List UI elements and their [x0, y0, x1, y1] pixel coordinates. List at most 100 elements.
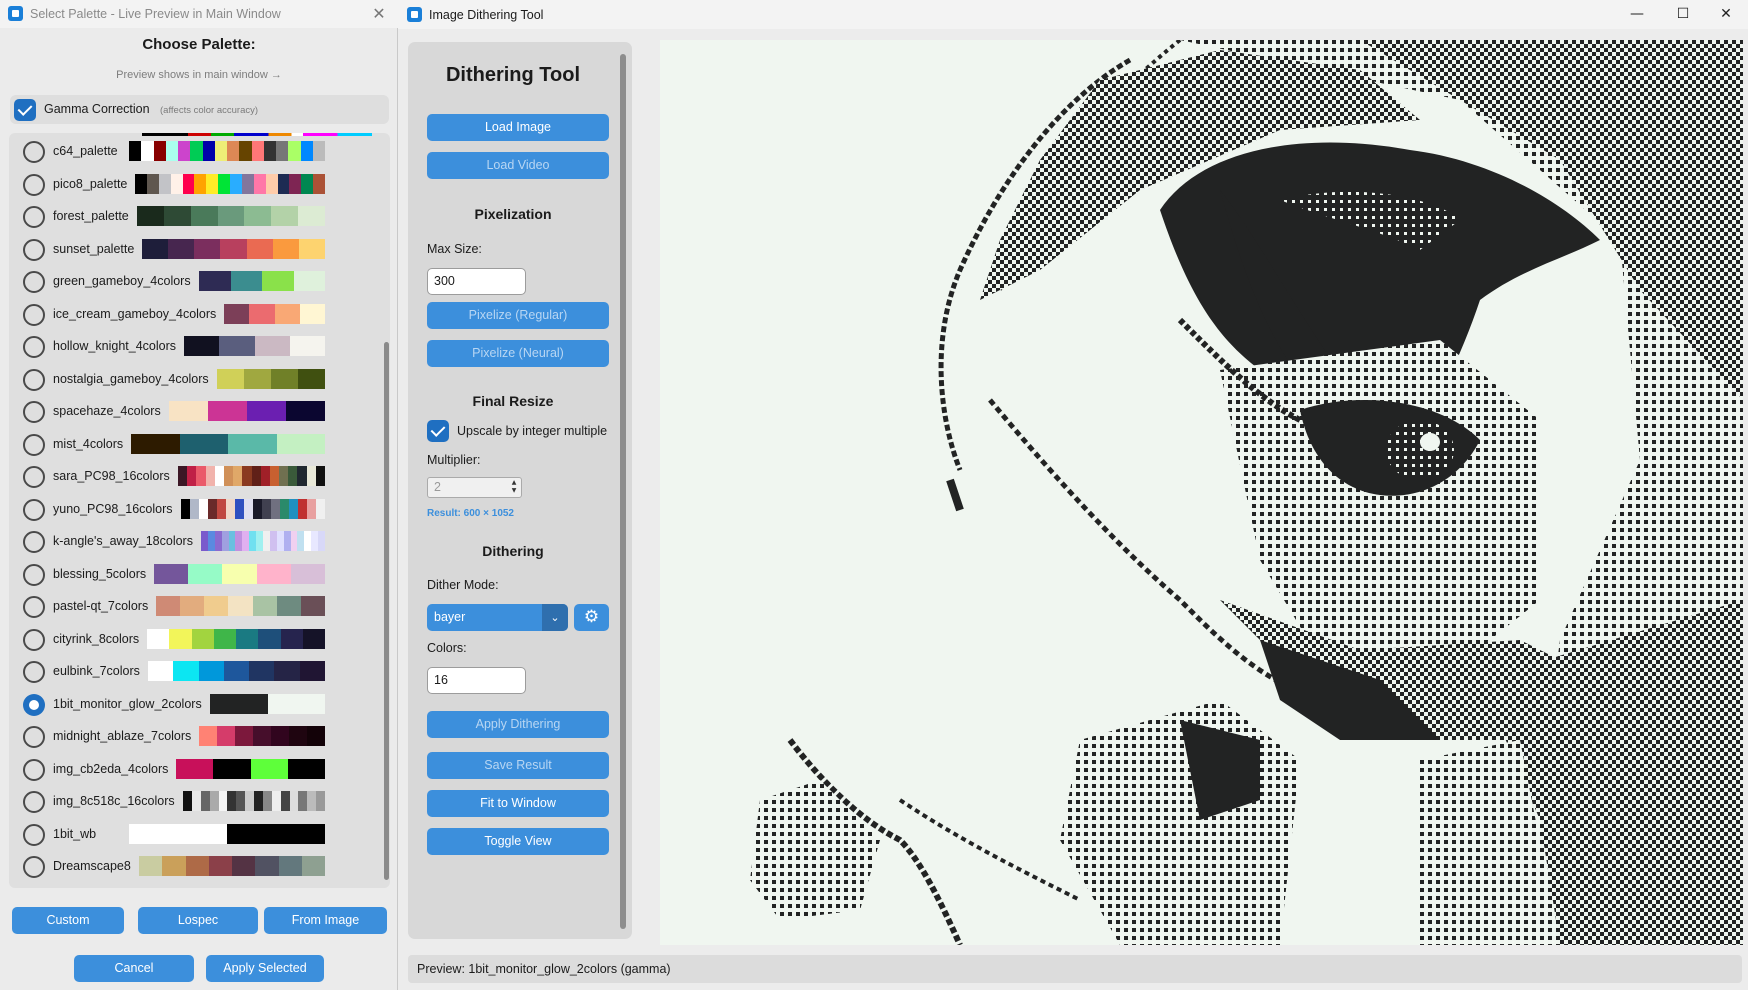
swatch-color	[301, 856, 325, 876]
palette-option[interactable]: sara_PC98_16colors	[9, 461, 379, 491]
palette-radio[interactable]	[23, 401, 45, 423]
load-image-button[interactable]: Load Image	[427, 114, 609, 141]
cancel-button[interactable]: Cancel	[74, 955, 194, 982]
palette-option[interactable]: c64_palette	[9, 136, 379, 166]
spinner-arrows-icon[interactable]: ▲ ▼	[509, 479, 519, 496]
palette-radio[interactable]	[23, 628, 45, 651]
swatch-color	[262, 498, 271, 519]
palette-option[interactable]: 1bit_monitor_glow_2colors	[9, 689, 379, 719]
swatch-color	[252, 596, 277, 616]
palette-dialog-titlebar[interactable]: Select Palette - Live Preview in Main Wi…	[0, 0, 398, 28]
palette-name: yuno_PC98_16colors	[53, 501, 173, 516]
palette-list-scrollbar[interactable]	[382, 133, 390, 888]
palette-option[interactable]: yuno_PC98_16colors	[9, 494, 379, 524]
swatch-color	[239, 141, 252, 161]
palette-option[interactable]: img_8c518c_16colors	[9, 786, 379, 816]
palette-radio[interactable]	[23, 498, 45, 521]
palette-radio[interactable]	[23, 726, 45, 748]
custom-button[interactable]: Custom	[12, 907, 124, 934]
palette-radio[interactable]	[23, 661, 45, 683]
palette-option[interactable]: pastel-qt_7colors	[9, 591, 379, 621]
swatch-color	[242, 466, 252, 486]
palette-option[interactable]: k-angle's_away_18colors	[9, 526, 379, 556]
swatch-color	[251, 141, 264, 161]
gear-icon[interactable]: ⚙	[574, 604, 609, 631]
palette-option[interactable]: pico8_palette	[9, 169, 379, 199]
dither-mode-select[interactable]: bayer ⌄	[427, 604, 568, 631]
palette-radio[interactable]	[23, 758, 45, 781]
fit-to-window-button[interactable]: Fit to Window	[427, 790, 609, 817]
palette-list[interactable]: c64_palette pico8_palette forest_palette su…	[9, 133, 390, 888]
swatch-color	[316, 498, 325, 519]
swatch-color	[206, 173, 219, 194]
minimize-icon[interactable]: —	[1614, 0, 1660, 29]
palette-option[interactable]: midnight_ablaze_7colors	[9, 721, 379, 751]
palette-option[interactable]: img_cb2eda_4colors	[9, 754, 379, 784]
palette-radio[interactable]	[23, 238, 45, 261]
palette-radio[interactable]	[23, 856, 45, 878]
swatch-color	[253, 173, 266, 194]
palette-option[interactable]: Dreamscape8	[9, 851, 379, 881]
swatch-color	[191, 791, 201, 811]
preview-hint: Preview shows in main window →	[116, 69, 282, 81]
swatch-color	[168, 238, 195, 259]
palette-radio[interactable]	[23, 791, 45, 813]
multiplier-spinbox[interactable]: 2 ▲ ▼	[427, 477, 522, 498]
palette-radio[interactable]	[23, 563, 45, 586]
palette-radio[interactable]	[23, 531, 45, 553]
main-window-titlebar[interactable]: Image Dithering Tool — ☐ ✕	[398, 0, 1748, 29]
toggle-view-button[interactable]: Toggle View	[427, 828, 609, 855]
scrollbar-thumb[interactable]	[384, 342, 389, 880]
dithered-image-preview[interactable]	[660, 40, 1743, 945]
pixelize-regular-button[interactable]: Pixelize (Regular)	[427, 302, 609, 329]
palette-option[interactable]: hollow_knight_4colors	[9, 331, 379, 361]
close-icon[interactable]: ✕	[366, 2, 392, 26]
gamma-correction-row[interactable]: Gamma Correction (affects color accuracy…	[10, 95, 389, 124]
palette-option[interactable]: 1bit_wb	[9, 819, 379, 849]
palette-radio[interactable]	[23, 466, 45, 488]
load-video-button[interactable]: Load Video	[427, 152, 609, 179]
palette-radio[interactable]	[23, 173, 45, 196]
save-result-button[interactable]: Save Result	[427, 752, 609, 779]
palette-radio[interactable]	[23, 823, 45, 846]
main-window-title: Image Dithering Tool	[429, 8, 544, 22]
palette-option[interactable]: green_gameboy_4colors	[9, 266, 379, 296]
palette-option[interactable]: mist_4colors	[9, 429, 379, 459]
palette-option[interactable]: forest_palette	[9, 201, 379, 231]
apply-selected-button[interactable]: Apply Selected	[206, 955, 324, 982]
palette-radio[interactable]	[23, 141, 45, 163]
swatch-color	[179, 433, 228, 454]
pixelize-neural-button[interactable]: Pixelize (Neural)	[427, 340, 609, 367]
swatch-color	[205, 466, 215, 486]
swatch-color	[235, 531, 243, 551]
lospec-button[interactable]: Lospec	[138, 907, 258, 934]
close-icon[interactable]: ✕	[1703, 0, 1748, 29]
maximize-icon[interactable]: ☐	[1660, 0, 1706, 29]
palette-option[interactable]: eulbink_7colors	[9, 656, 379, 686]
swatch-color	[228, 433, 277, 454]
sidebar-scrollbar[interactable]	[620, 54, 626, 929]
palette-option[interactable]: ice_cream_gameboy_4colors	[9, 299, 379, 329]
palette-radio[interactable]	[23, 693, 45, 716]
palette-radio[interactable]	[23, 271, 45, 293]
palette-option[interactable]: spacehaze_4colors	[9, 396, 379, 426]
palette-radio[interactable]	[23, 336, 45, 358]
upscale-checkbox[interactable]	[427, 420, 449, 442]
apply-dithering-button[interactable]: Apply Dithering	[427, 711, 609, 738]
palette-option[interactable]: nostalgia_gameboy_4colors	[9, 364, 379, 394]
palette-radio[interactable]	[23, 433, 45, 456]
palette-radio[interactable]	[23, 596, 45, 618]
palette-option[interactable]: sunset_palette	[9, 234, 379, 264]
chevron-down-icon[interactable]: ⌄	[542, 604, 568, 631]
gamma-correction-checkbox[interactable]	[14, 99, 36, 121]
palette-option[interactable]: cityrink_8colors	[9, 624, 379, 654]
palette-radio[interactable]	[23, 303, 45, 326]
swatch-color	[227, 791, 237, 811]
from-image-button[interactable]: From Image	[264, 907, 387, 934]
palette-option[interactable]: blessing_5colors	[9, 559, 379, 589]
palette-name: cityrink_8colors	[53, 631, 140, 646]
colors-input[interactable]: 16	[427, 667, 526, 694]
max-size-input[interactable]: 300	[427, 268, 526, 295]
palette-radio[interactable]	[23, 368, 45, 391]
palette-radio[interactable]	[23, 206, 45, 228]
